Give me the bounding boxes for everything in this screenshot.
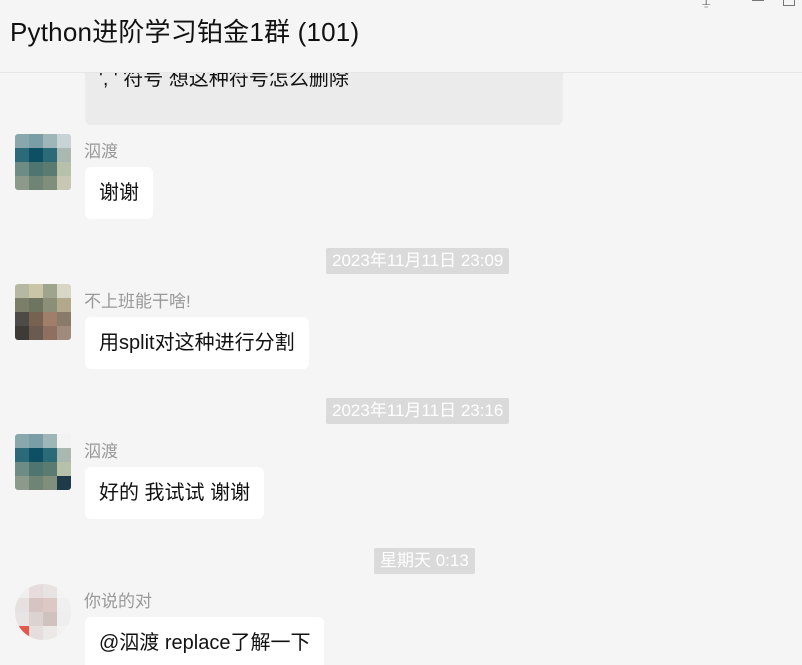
timestamp: 2023年11月11日 23:09 bbox=[326, 248, 510, 274]
sender-name: 泅渡 bbox=[84, 142, 118, 161]
chat-title: Python进阶学习铂金1群 (101) bbox=[10, 17, 360, 47]
avatar[interactable] bbox=[15, 434, 71, 490]
sender-name: 你说的对 bbox=[84, 592, 152, 611]
message-bubble[interactable]: 用split对这种进行分割 bbox=[85, 317, 309, 369]
message-bubble[interactable]: 好的 我试试 谢谢 bbox=[85, 467, 265, 519]
timestamp: 星期天 0:13 bbox=[374, 548, 475, 574]
sender-name: 泅渡 bbox=[84, 442, 118, 461]
timestamp: 2023年11月11日 23:16 bbox=[326, 398, 510, 424]
maximize-icon[interactable] bbox=[783, 0, 795, 6]
message-list[interactable]: ', ' 符号 想这种符号怎么删除 泅渡 谢谢 2023年11月11日 23:0… bbox=[0, 42, 802, 665]
message-bubble[interactable]: @泅渡 replace了解一下 bbox=[85, 617, 325, 665]
avatar[interactable] bbox=[15, 134, 71, 190]
sender-name: 不上班能干啥! bbox=[84, 292, 191, 311]
message-bubble[interactable]: 谢谢 bbox=[85, 167, 153, 219]
avatar[interactable] bbox=[15, 584, 71, 640]
minimize-icon[interactable] bbox=[752, 0, 764, 1]
avatar[interactable] bbox=[15, 284, 71, 340]
chat-window: Python进阶学习铂金1群 (101) ⍊ ', ' 符号 想这种符号怎么删除… bbox=[0, 0, 802, 665]
pin-icon[interactable]: ⍊ bbox=[702, 0, 716, 8]
chat-header: Python进阶学习铂金1群 (101) ⍊ bbox=[0, 0, 802, 73]
